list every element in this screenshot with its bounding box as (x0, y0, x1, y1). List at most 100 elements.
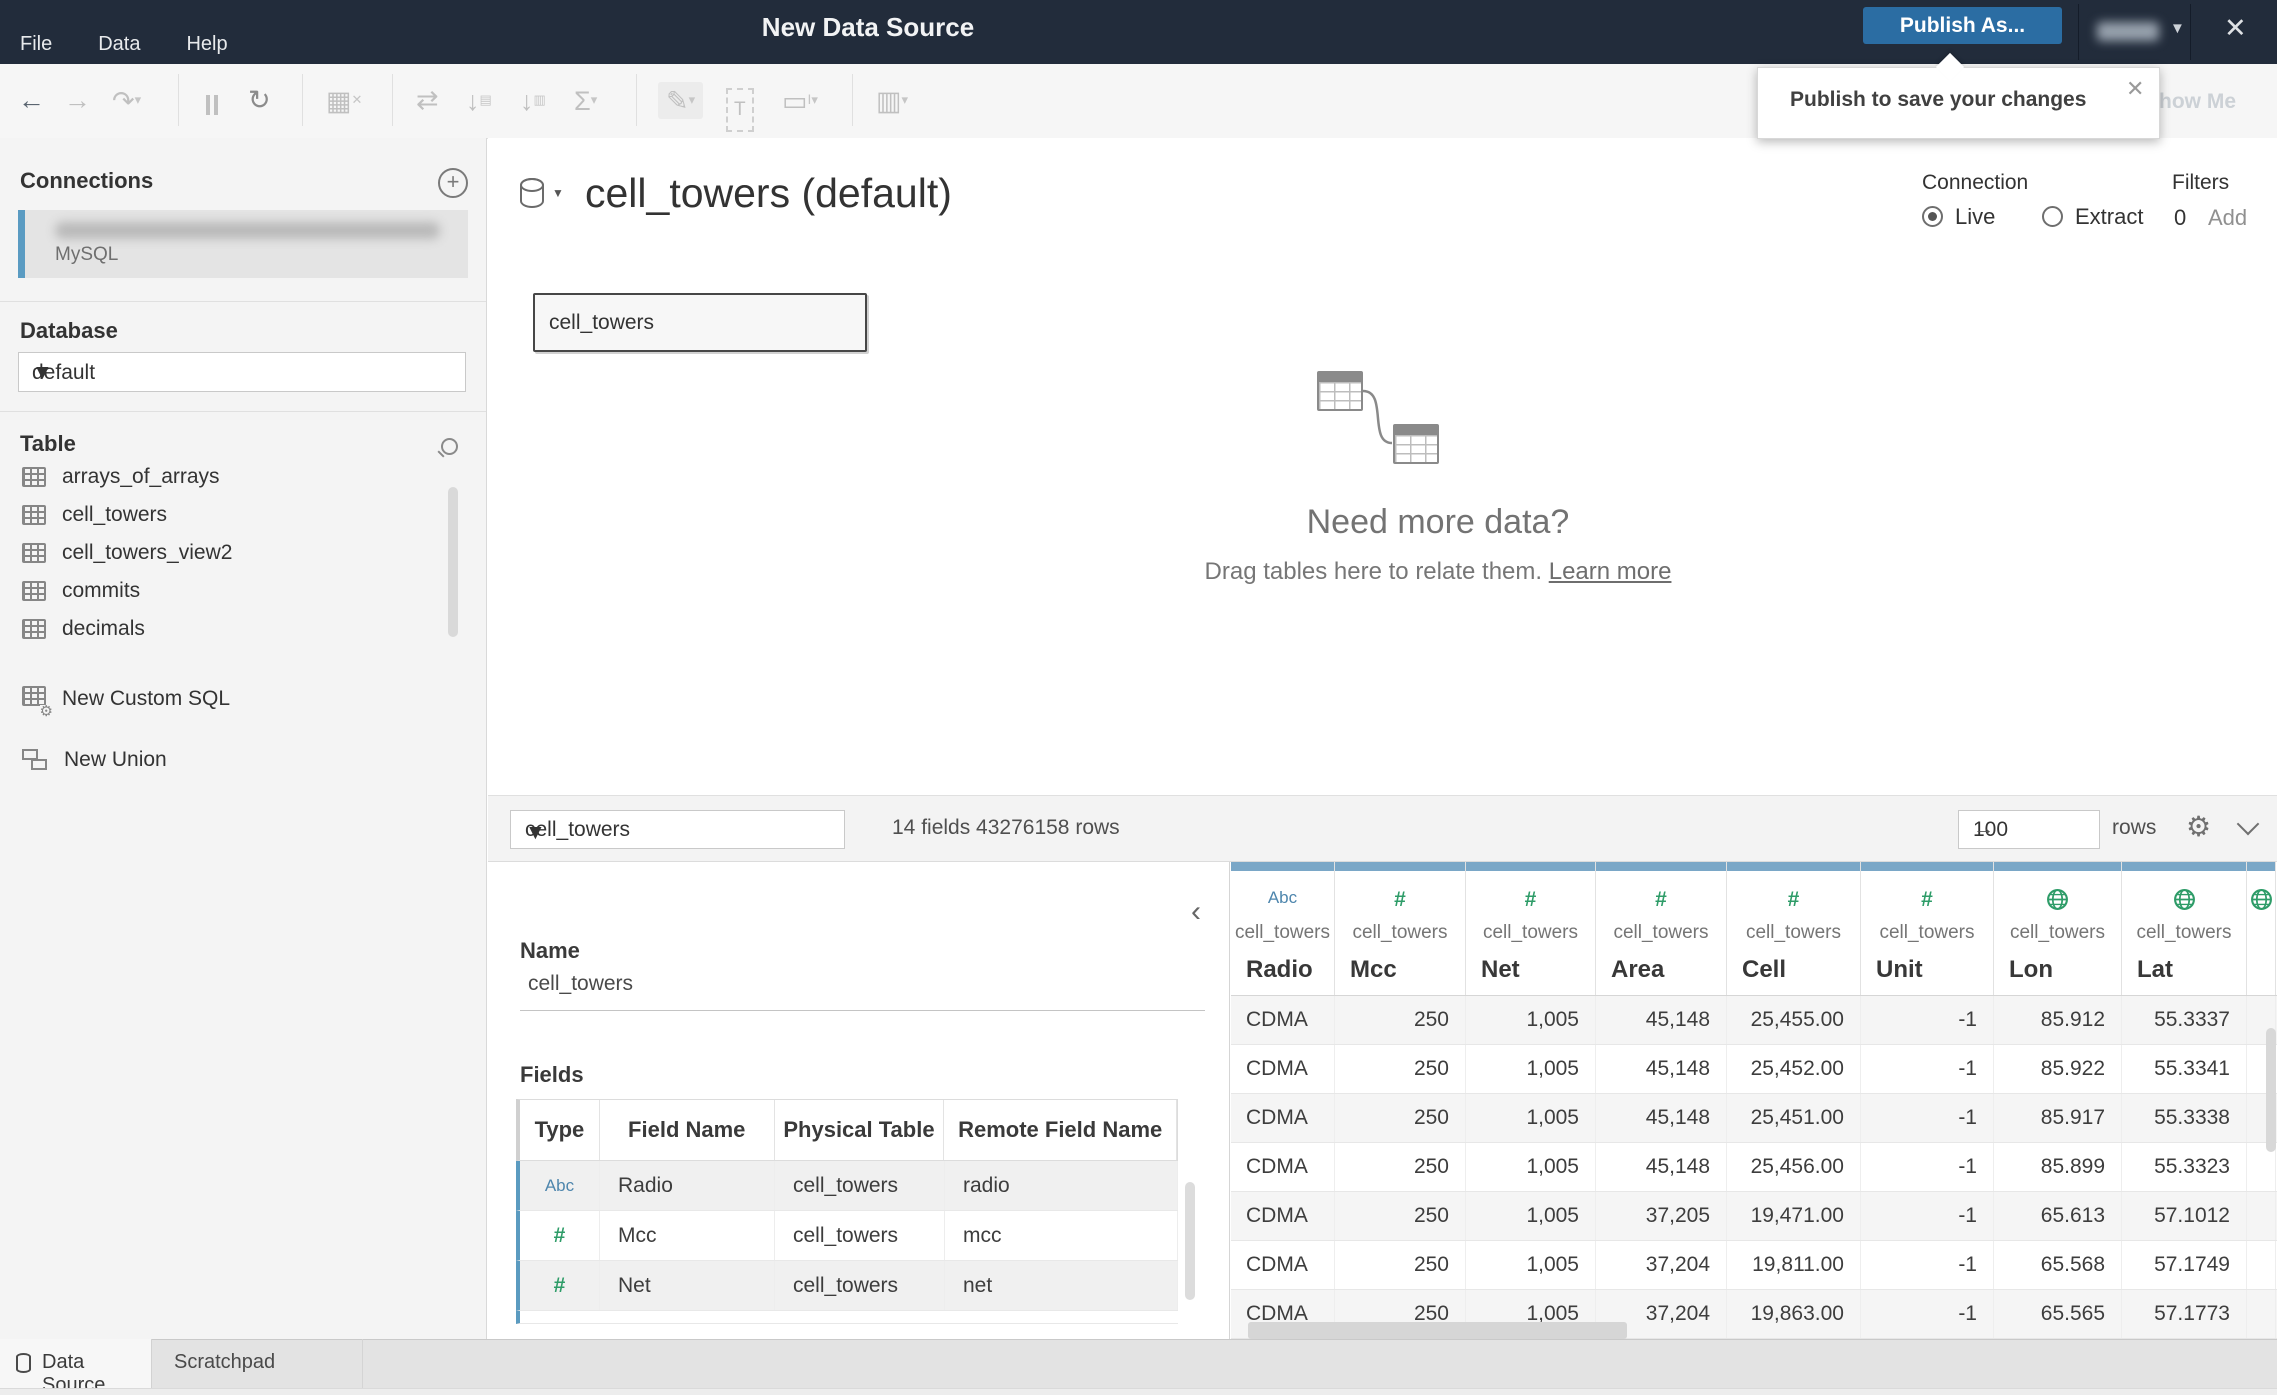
show-me-chart-icon[interactable]: ▥▾ (876, 82, 908, 119)
grid-column-header-mcc[interactable]: # cell_towers Mcc (1335, 862, 1466, 995)
grid-row: CDMA 250 1,005 45,148 25,456.00 -1 85.899 55.33… (1231, 1143, 2277, 1192)
apply-rows-icon[interactable]: → (1973, 817, 2087, 841)
grid-cell: 250 (1335, 1094, 1466, 1142)
database-select[interactable]: default ▼ (18, 352, 466, 392)
grid-column-header-unit[interactable]: # cell_towers Unit (1861, 862, 1994, 995)
grid-cell: -1 (1861, 996, 1994, 1044)
datasource-caret-icon[interactable]: ▼ (552, 186, 564, 200)
search-icon[interactable] (441, 438, 458, 455)
field-row-net[interactable]: # Net cell_towers net (516, 1261, 1178, 1311)
grid-column-header-net[interactable]: # cell_towers Net (1466, 862, 1596, 995)
column-accent-bar (1596, 862, 1726, 871)
learn-more-link[interactable]: Learn more (1549, 558, 1672, 585)
tooltip-close-icon[interactable]: ✕ (2126, 76, 2144, 102)
chevron-down-icon: ▼ (32, 361, 53, 384)
clear-sheet-icon[interactable]: ▦✕ (326, 82, 362, 119)
number-type-icon: # (1394, 888, 1406, 911)
table-list-scrollbar[interactable] (448, 487, 458, 637)
grid-cell: -1 (1861, 1241, 1994, 1289)
grid-column-header-lon[interactable]: cell_towers Lon (1994, 862, 2122, 995)
grid-row: CDMA 250 1,005 45,148 25,455.00 -1 85.912 55.33… (1231, 996, 2277, 1045)
grid-cell: 19,863.00 (1727, 1290, 1861, 1338)
new-custom-sql-item[interactable]: ⚙ New Custom SQL (22, 686, 230, 719)
sort-ascending-icon[interactable]: ↓▤ (466, 82, 492, 119)
grid-column-header-lat[interactable]: cell_towers Lat (2122, 862, 2247, 995)
grid-table-select[interactable]: cell_towers ▼ (510, 810, 845, 849)
toolbar-divider (636, 74, 637, 126)
rows-label: rows (2112, 816, 2157, 839)
connection-accent-bar (18, 210, 25, 278)
table-node-cell-towers[interactable]: cell_towers (533, 293, 867, 352)
grid-cell: 1,005 (1466, 1241, 1596, 1289)
new-union-item[interactable]: New Union (22, 748, 167, 772)
tab-data-source[interactable]: Data Source (0, 1339, 152, 1396)
forward-icon[interactable]: → (64, 82, 91, 118)
grid-column-header-radio[interactable]: Abc cell_towers Radio (1231, 862, 1335, 995)
sort-descending-icon[interactable]: ↓▥ (520, 82, 546, 119)
grid-column-header-area[interactable]: # cell_towers Area (1596, 862, 1727, 995)
swap-axes-icon[interactable]: ⇄ (416, 82, 439, 118)
grid-cell: 25,451.00 (1727, 1094, 1861, 1142)
table-icon (22, 505, 46, 525)
field-row-mcc[interactable]: # Mcc cell_towers mcc (516, 1211, 1178, 1261)
table-item-commits[interactable]: commits (22, 579, 140, 603)
user-menu-caret-icon[interactable]: ▼ (2170, 20, 2185, 37)
tab-scratchpad[interactable]: Scratchpad (152, 1339, 363, 1388)
grid-cell: 55.3338 (2122, 1094, 2247, 1142)
chevron-down-icon[interactable] (2236, 812, 2260, 836)
column-table-label: cell_towers (1352, 922, 1448, 943)
connection-name-redacted (55, 222, 440, 239)
field-row-radio[interactable]: Abc Radio cell_towers radio (516, 1161, 1178, 1211)
highlight-icon[interactable]: ✎▾ (658, 82, 704, 119)
table-item-cell_towers[interactable]: cell_towers (22, 503, 167, 527)
totals-icon[interactable]: Σ▾ (574, 82, 597, 119)
grid-horizontal-scrollbar[interactable] (1248, 1322, 1627, 1339)
grid-cell (2247, 1192, 2276, 1240)
column-field-name: Area (1611, 956, 1665, 983)
column-accent-bar (1727, 862, 1860, 871)
publish-as-button[interactable]: Publish As... (1863, 7, 2062, 44)
grid-cell: 1,005 (1466, 1143, 1596, 1191)
grid-cell: 19,471.00 (1727, 1192, 1861, 1240)
datasource-icon[interactable] (520, 178, 544, 208)
user-avatar[interactable] (2097, 22, 2159, 41)
name-value[interactable]: cell_towers (528, 972, 633, 996)
collapse-panel-icon[interactable]: ‹ (1191, 895, 1201, 929)
column-table-label: cell_towers (2136, 922, 2232, 943)
pause-updates-icon[interactable] (204, 88, 220, 124)
gear-icon[interactable]: ⚙ (2186, 810, 2211, 843)
remote-field-cell: net (945, 1261, 1178, 1310)
fit-axes-icon[interactable]: ▭Ⅰ▾ (782, 82, 818, 119)
grid-cell: 65.568 (1994, 1241, 2122, 1289)
row-limit-input[interactable]: 100 → (1958, 810, 2100, 849)
close-icon[interactable]: ✕ (2224, 13, 2247, 44)
connection-type-header: Connection (1922, 171, 2029, 194)
fields-rows-summary: 14 fields 43276158 rows (892, 816, 1120, 839)
text-label-icon[interactable]: T (726, 88, 754, 132)
grid-vertical-scrollbar[interactable] (2266, 1028, 2276, 1152)
grid-column-header-cell[interactable]: # cell_towers Cell (1727, 862, 1861, 995)
table-item-label: decimals (62, 617, 145, 640)
grid-column-header-partial[interactable] (2247, 862, 2276, 995)
table-item-cell_towers_view2[interactable]: cell_towers_view2 (22, 541, 232, 565)
redo-icon[interactable]: ↷▾ (112, 82, 141, 119)
table-item-decimals[interactable]: decimals (22, 617, 145, 641)
table-item-arrays_of_arrays[interactable]: arrays_of_arrays (22, 465, 220, 489)
add-connection-icon[interactable]: + (438, 168, 468, 198)
number-type-icon: # (1787, 888, 1800, 911)
back-icon[interactable]: ← (18, 82, 45, 118)
column-table-label: cell_towers (1879, 922, 1975, 943)
column-field-name: Mcc (1350, 956, 1397, 983)
grid-cell: CDMA (1231, 1192, 1335, 1240)
fields-table-header: Type Field Name Physical Table Remote Field… (516, 1099, 1178, 1161)
tab-scratchpad-label: Scratchpad (174, 1351, 276, 1373)
refresh-icon[interactable]: ↻ (248, 82, 271, 118)
filters-add-link[interactable]: Add (2208, 205, 2247, 231)
fields-table-scrollbar[interactable] (1185, 1182, 1195, 1300)
name-label: Name (520, 938, 580, 963)
live-radio[interactable] (1922, 206, 1943, 227)
grid-cell: 65.565 (1994, 1290, 2122, 1338)
extract-radio-label: Extract (2075, 204, 2144, 229)
extract-radio[interactable] (2042, 206, 2063, 227)
sidebar-divider (0, 301, 486, 302)
